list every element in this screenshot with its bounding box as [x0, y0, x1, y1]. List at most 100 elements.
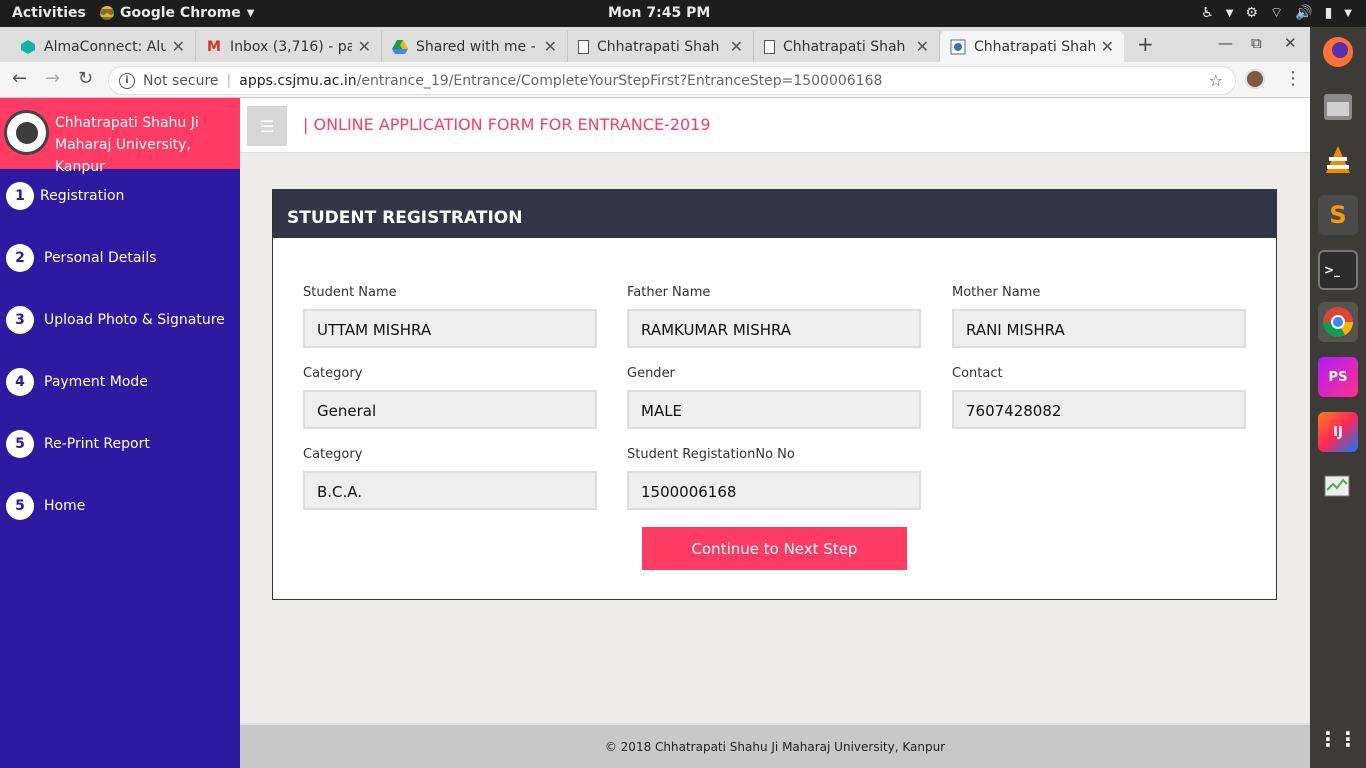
father-name-field: Father Name RAMKUMAR MISHRA — [627, 285, 921, 348]
phpstorm-icon[interactable]: PS — [1318, 357, 1358, 397]
close-tab-icon[interactable]: ✕ — [1101, 37, 1114, 56]
app-name: Google Chrome — [120, 5, 241, 21]
step-number: 5 — [6, 430, 34, 458]
close-tab-icon[interactable]: ✕ — [172, 37, 185, 56]
dock: S >_ PS IJ ⋮⋮ — [1310, 27, 1366, 768]
new-tab-icon[interactable]: + — [1137, 32, 1154, 56]
continue-button[interactable]: Continue to Next Step — [642, 527, 907, 570]
brand[interactable]: Chhatrapati Shahu Ji Maharaj University,… — [0, 98, 240, 175]
web-page: Chhatrapati Shahu Ji Maharaj University,… — [0, 98, 1310, 768]
clock[interactable]: Mon 7:45 PM — [608, 5, 710, 21]
terminal-icon[interactable]: >_ — [1318, 250, 1358, 290]
registration-number-field: Student RegistationNo No 1500006168 — [627, 447, 921, 510]
url-path: /entrance_19/Entrance/CompleteYourStepFi… — [356, 72, 883, 89]
sidebar-item-payment-mode[interactable]: 4 Payment Mode — [0, 367, 240, 397]
contact-input[interactable]: 7607428082 — [952, 390, 1246, 429]
browser-tab[interactable]: M Inbox (3,716) - pav ✕ — [196, 31, 382, 62]
app-menu[interactable]: Google Chrome ▼ — [100, 5, 254, 21]
sidebar-item-label: Home — [44, 498, 86, 514]
restore-icon[interactable]: ⧉ — [1251, 34, 1262, 52]
sidebar-item-upload-photo[interactable]: 3 Upload Photo & Signature — [0, 305, 240, 335]
back-icon[interactable]: ← — [12, 68, 27, 89]
field-label: Student Name — [303, 285, 397, 300]
field-label: Student RegistationNo No — [627, 447, 795, 462]
intellij-icon[interactable]: IJ — [1318, 412, 1358, 452]
close-tab-icon[interactable]: ✕ — [730, 37, 743, 56]
close-tab-icon[interactable]: ✕ — [916, 37, 929, 56]
field-label: Father Name — [627, 285, 711, 300]
tab-title: Shared with me - G — [416, 38, 538, 55]
tab-title: Chhatrapati Shah — [597, 38, 720, 55]
mother-name-input[interactable]: RANI MISHRA — [952, 309, 1246, 348]
tab-strip: AlmaConnect: Alu ✕ M Inbox (3,716) - pav… — [0, 27, 1310, 62]
close-tab-icon[interactable]: ✕ — [544, 37, 557, 56]
network-settings-icon[interactable]: ⚙ — [1245, 5, 1258, 21]
close-window-icon[interactable]: ✕ — [1284, 34, 1297, 52]
browser-tab-active[interactable]: Chhatrapati Shah ✕ — [940, 31, 1124, 62]
sidebar-item-registration[interactable]: 1 Registration — [0, 181, 240, 211]
field-label: Category — [303, 447, 363, 462]
registration-number-input[interactable]: 1500006168 — [627, 471, 921, 510]
chrome-icon — [100, 6, 114, 20]
security-label: Not secure — [143, 72, 219, 89]
volume-icon[interactable]: 🔊 — [1295, 5, 1312, 21]
tab-title: Inbox (3,716) - pav — [230, 38, 352, 55]
battery-icon[interactable]: ▮ — [1325, 5, 1333, 21]
browser-toolbar: ← → ↻ i Not secure | apps.csjmu.ac.in/en… — [0, 62, 1310, 98]
father-name-input[interactable]: RAMKUMAR MISHRA — [627, 309, 921, 348]
course-category-input[interactable]: B.C.A. — [303, 471, 597, 510]
system-tray[interactable]: ♿ ▼ ⚙ ⌔ 🔊 ▮ ▼ — [1201, 4, 1352, 22]
sidebar-item-reprint-report[interactable]: 5 Re-Print Report — [0, 429, 240, 459]
sidebar-item-label: Re-Print Report — [44, 436, 150, 452]
more-menu-icon[interactable]: ⋮ — [1284, 68, 1302, 89]
files-icon[interactable] — [1318, 87, 1358, 127]
address-bar[interactable]: i Not secure | apps.csjmu.ac.in/entrance… — [108, 66, 1236, 95]
field-label: Contact — [952, 366, 1003, 381]
info-icon[interactable]: i — [119, 72, 135, 89]
gender-field: Gender MALE — [627, 366, 921, 429]
field-label: Mother Name — [952, 285, 1041, 300]
category-input[interactable]: General — [303, 390, 597, 429]
step-number: 5 — [6, 492, 34, 520]
browser-tab[interactable]: Shared with me - G ✕ — [382, 31, 568, 62]
browser-tab[interactable]: Chhatrapati Shah ✕ — [754, 31, 940, 62]
profile-avatar[interactable] — [1245, 69, 1265, 89]
vlc-icon[interactable] — [1318, 140, 1358, 180]
sidebar-item-label: Registration — [40, 188, 125, 204]
almaconnect-icon — [20, 39, 36, 55]
minimize-icon[interactable]: — — [1218, 34, 1233, 52]
sidebar-item-home[interactable]: 5 Home — [0, 491, 240, 521]
sidebar-item-personal-details[interactable]: 2 Personal Details — [0, 243, 240, 273]
system-monitor-icon[interactable] — [1318, 467, 1358, 507]
close-tab-icon[interactable]: ✕ — [358, 37, 371, 56]
card-heading: STUDENT REGISTRATION — [273, 190, 1276, 238]
wifi-icon[interactable]: ⌔ — [1270, 4, 1283, 22]
tab-title: AlmaConnect: Alu — [44, 38, 166, 55]
sublime-text-icon[interactable]: S — [1318, 195, 1358, 235]
chrome-icon[interactable] — [1318, 302, 1358, 342]
bookmark-star-icon[interactable]: ☆ — [1209, 71, 1223, 90]
course-category-field: Category B.C.A. — [303, 447, 597, 510]
firefox-icon[interactable] — [1318, 32, 1358, 72]
sidebar-item-label: Payment Mode — [44, 374, 148, 390]
chevron-down-icon: ▼ — [1344, 7, 1352, 19]
student-name-input[interactable]: UTTAM MISHRA — [303, 309, 597, 348]
chevron-down-icon: ▼ — [1225, 7, 1234, 19]
tab-title: Chhatrapati Shah — [974, 38, 1095, 55]
step-number: 4 — [6, 368, 34, 396]
browser-tab[interactable]: AlmaConnect: Alu ✕ — [10, 31, 196, 62]
show-applications-icon[interactable]: ⋮⋮ — [1318, 719, 1358, 759]
forward-icon[interactable]: → — [45, 68, 60, 89]
accessibility-icon[interactable]: ♿ — [1201, 5, 1214, 21]
gender-input[interactable]: MALE — [627, 390, 921, 429]
browser-tab[interactable]: Chhatrapati Shah ✕ — [568, 31, 754, 62]
url-domain: apps.csjmu.ac.in — [239, 72, 357, 89]
hamburger-menu-icon[interactable]: ☰ — [247, 106, 287, 146]
reload-icon[interactable]: ↻ — [78, 68, 93, 89]
mother-name-field: Mother Name RANI MISHRA — [952, 285, 1246, 348]
student-name-field: Student Name UTTAM MISHRA — [303, 285, 597, 348]
document-icon — [578, 39, 589, 54]
footer-text: © 2018 Chhatrapati Shahu Ji Maharaj Univ… — [604, 739, 946, 754]
activities-button[interactable]: Activities — [12, 5, 86, 21]
university-logo — [4, 110, 49, 155]
